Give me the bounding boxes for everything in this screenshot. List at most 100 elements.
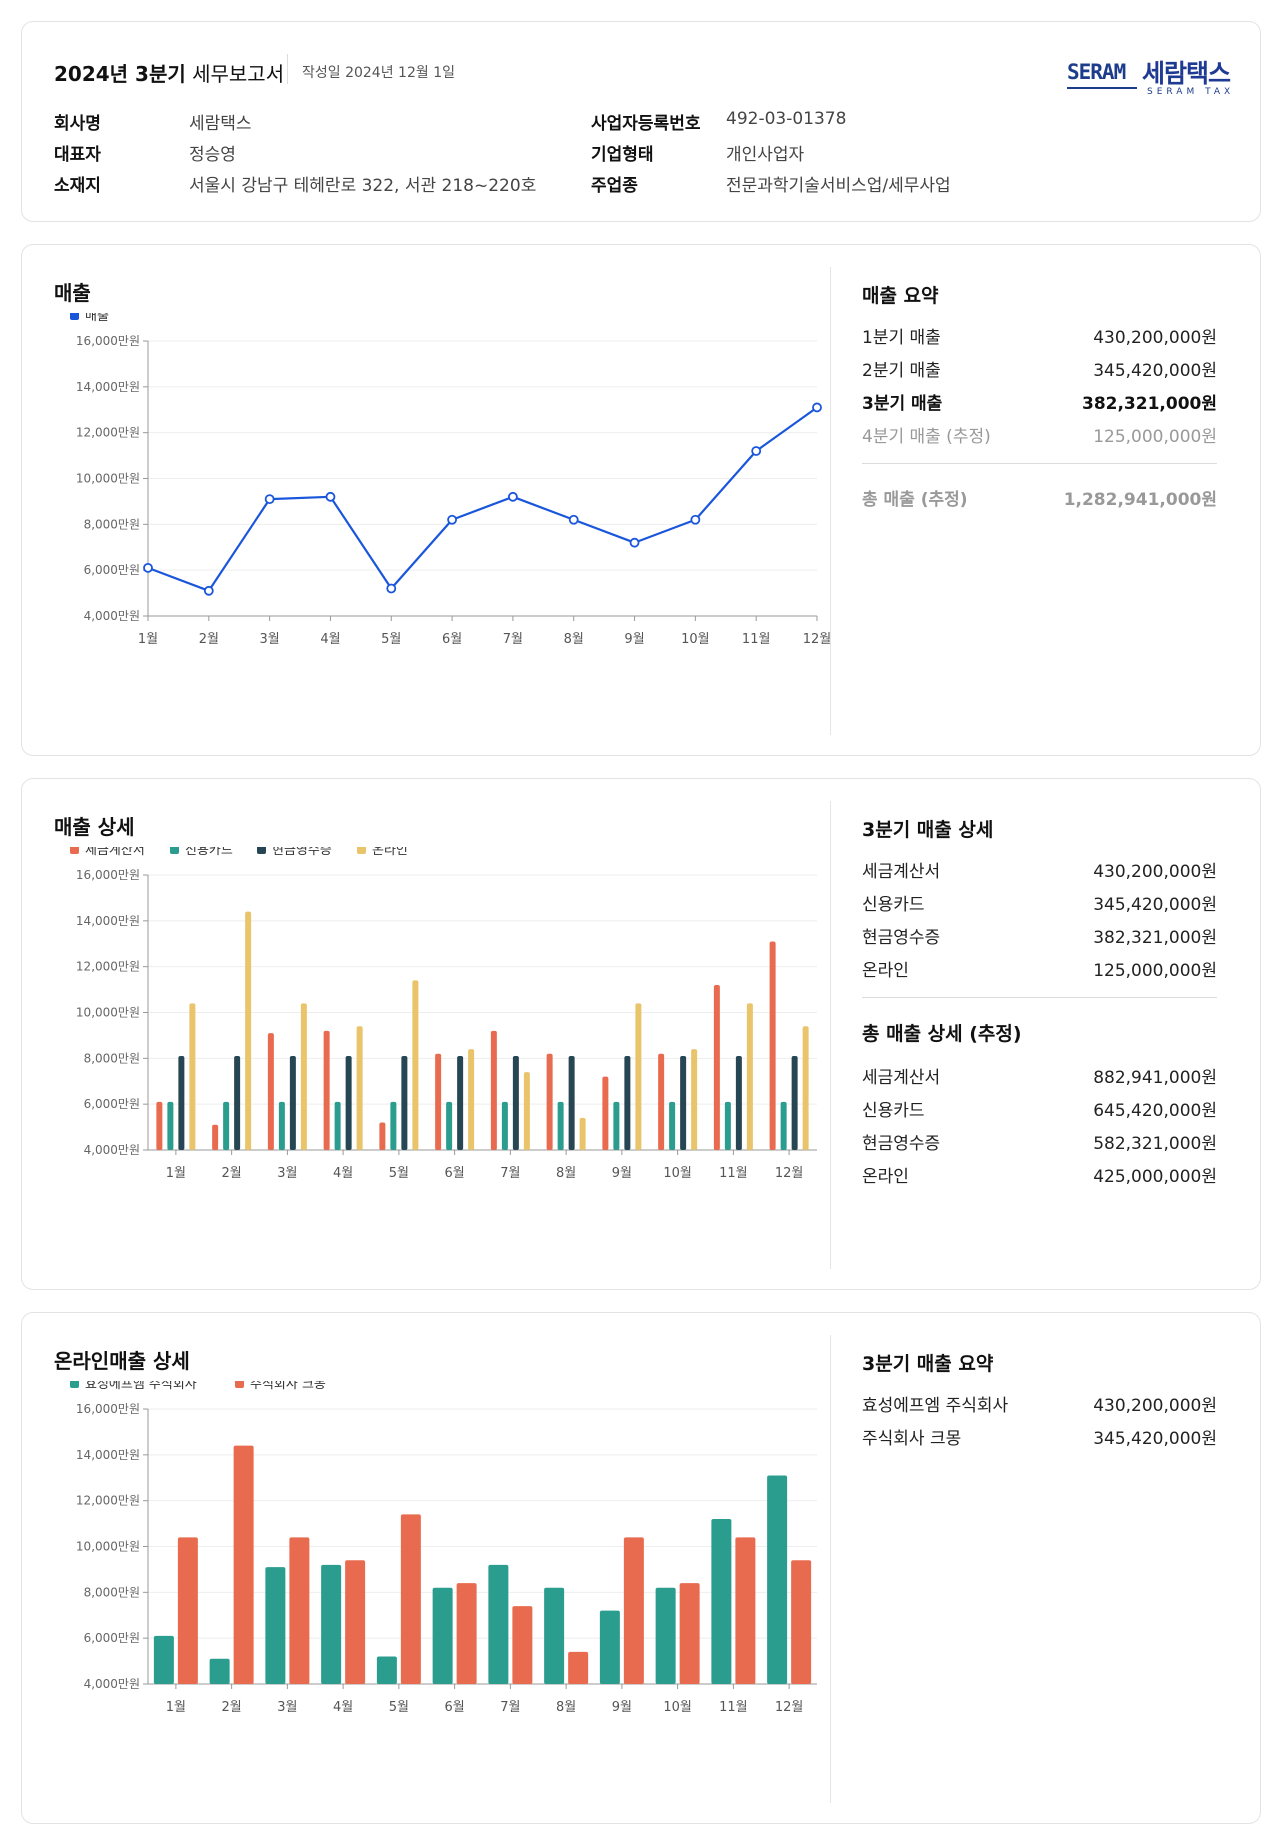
bar [512, 1606, 533, 1684]
bar [177, 1537, 198, 1684]
x-tick-label: 9월 [624, 632, 644, 647]
bar [265, 1567, 286, 1684]
bar [769, 941, 776, 1150]
legend-swatch [170, 847, 179, 854]
y-tick-label: 6,000만원 [84, 1631, 140, 1645]
legend-label: 신용카드 [185, 847, 233, 858]
y-tick-label: 10,000만원 [76, 1006, 140, 1020]
legend-item: 현금영수증 [257, 847, 332, 858]
detail-summary-title: 3분기 매출 상세 [862, 819, 994, 841]
bar [691, 1049, 698, 1150]
legend-item: 매출 [70, 313, 109, 324]
series-line [147, 406, 818, 592]
report-date: 작성일 2024년 12월 1일 [302, 65, 455, 81]
summary-divider [862, 463, 1217, 464]
bar [488, 1564, 509, 1684]
bar [300, 1003, 307, 1150]
sales-detail-bar-chart: 세금계산서 신용카드 현금영수증 온라인 4,000만원 6,000만원 8,000만원 10… [70, 847, 817, 1181]
detail-value: 345,420,000원 [1093, 895, 1217, 915]
x-tick-label: 9월 [612, 1700, 632, 1715]
logo-korean: 세람택스 [1142, 59, 1231, 88]
y-tick-label: 6,000만원 [84, 1097, 140, 1111]
legend-swatch [257, 847, 266, 854]
legend-label: 현금영수증 [272, 847, 332, 858]
legend-label: 주식회사 크몽 [250, 1381, 326, 1392]
bar [379, 1122, 386, 1150]
sales-line-chart: 매출 4,000만원 6,000만원 8,000만원 10,000만원 12,000만원 1… [70, 313, 831, 647]
online-value: 430,200,000원 [1093, 1396, 1217, 1416]
data-point [386, 583, 397, 594]
detail-label: 현금영수증 [862, 928, 941, 948]
title-divider [287, 54, 288, 84]
x-tick-label: 3월 [277, 1166, 297, 1181]
online-label: 주식회사 크몽 [862, 1429, 962, 1449]
detail-value: 430,200,000원 [1093, 862, 1217, 882]
panel-divider [830, 267, 831, 735]
bar [544, 1587, 565, 1684]
summary-value: 125,000,000원 [1093, 427, 1217, 447]
detail-value: 382,321,000원 [1093, 928, 1217, 948]
bar [680, 1056, 687, 1150]
bar [345, 1056, 352, 1150]
x-tick-label: 7월 [500, 1700, 520, 1715]
data-point [568, 514, 579, 525]
legend-item: 주식회사 크몽 [235, 1381, 326, 1392]
x-tick-label: 11월 [719, 1166, 748, 1181]
online-row-hyosung: 효성에프엠 주식회사 430,200,000원 [862, 1391, 1217, 1416]
y-tick-label: 8,000만원 [84, 1051, 140, 1065]
bar [289, 1537, 310, 1684]
bar [679, 1583, 700, 1684]
x-tick-label: 10월 [663, 1700, 692, 1715]
summary-row-q2: 2분기 매출 345,420,000원 [862, 356, 1217, 381]
bar [711, 1519, 732, 1684]
x-tick-label: 11월 [742, 632, 771, 647]
total-label: 세금계산서 [862, 1068, 941, 1088]
bar [456, 1583, 477, 1684]
sales-card: 매출 매출 4,000만원 6,000만원 8,000만원 10,000만원 12,000… [21, 244, 1261, 756]
regno-label: 사업자등록번호 [591, 114, 701, 134]
x-tick-label: 12월 [775, 1166, 804, 1181]
bar [501, 1101, 508, 1150]
data-point [143, 562, 153, 573]
report-title-name: 세무보고서 [192, 62, 285, 86]
bar [713, 985, 720, 1150]
x-tick-label: 8월 [564, 632, 584, 647]
company-logo: SERAM 세람택스 SERAM TAX [1067, 52, 1252, 108]
report-title: 2024년 3분기 세무보고서 [54, 58, 284, 87]
bar [623, 1537, 644, 1684]
panel-divider [830, 801, 831, 1269]
summary-row-q1: 1분기 매출 430,200,000원 [862, 323, 1217, 348]
legend-item: 세금계산서 [70, 847, 145, 858]
panel-divider [830, 1335, 831, 1803]
bar [613, 1101, 620, 1150]
bar [655, 1587, 676, 1684]
data-point [264, 494, 275, 505]
bar [401, 1056, 408, 1150]
bar [791, 1056, 798, 1150]
bar [724, 1101, 731, 1150]
detail-value: 125,000,000원 [1093, 961, 1217, 981]
total-label: 현금영수증 [862, 1134, 941, 1154]
bar [523, 1072, 530, 1150]
bar [412, 980, 419, 1150]
online-row-kmong: 주식회사 크몽 345,420,000원 [862, 1424, 1217, 1449]
data-point [751, 446, 762, 456]
bar [446, 1101, 453, 1150]
total-row-online: 온라인 425,000,000원 [862, 1162, 1217, 1187]
bar [209, 1658, 230, 1684]
y-tick-label: 14,000만원 [76, 1448, 140, 1462]
bar [780, 1101, 787, 1150]
bar [735, 1537, 756, 1684]
summary-row-q4-estimate: 4분기 매출 (추정) 125,000,000원 [862, 422, 1217, 447]
x-tick-label: 10월 [663, 1166, 692, 1181]
bar [658, 1053, 665, 1150]
detail-chart-title: 매출 상세 [54, 815, 135, 839]
x-tick-label: 10월 [681, 632, 710, 647]
x-tick-label: 3월 [277, 1700, 297, 1715]
bar [557, 1101, 564, 1150]
total-value: 582,321,000원 [1093, 1134, 1217, 1154]
x-tick-label: 4월 [320, 632, 340, 647]
online-sales-bar-chart: 효성에프엠 주식회사 주식회사 크몽 4,000만원 6,000만원 8,000만원 10… [70, 1381, 817, 1715]
legend-swatch [357, 847, 366, 854]
online-value: 345,420,000원 [1093, 1429, 1217, 1449]
